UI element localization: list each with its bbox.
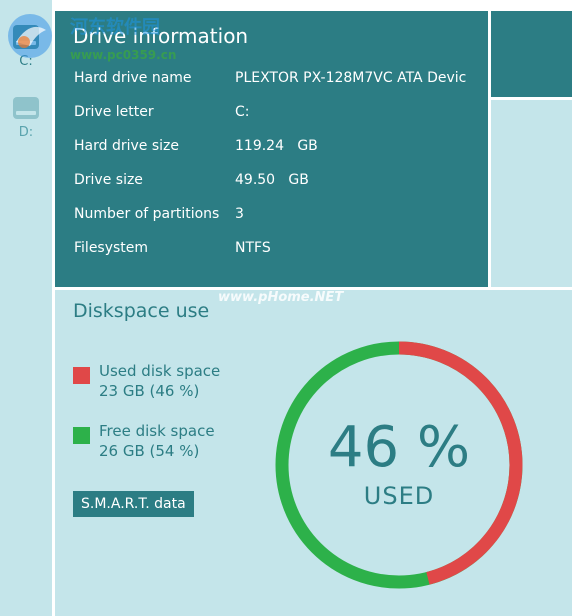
tile-top-right[interactable] xyxy=(491,11,572,97)
diskspace-panel: Diskspace use Used disk space 23 GB (46 … xyxy=(55,290,572,616)
used-percent-text: 46 % xyxy=(327,415,471,480)
drive-size-label: Drive size xyxy=(74,172,143,188)
filesystem-label: Filesystem xyxy=(74,240,149,256)
smart-data-button[interactable]: S.M.A.R.T. data xyxy=(73,491,194,517)
watermark-phome: www.pHome.NET xyxy=(218,290,344,305)
used-caption: USED xyxy=(363,482,435,510)
free-space-swatch xyxy=(73,427,90,444)
filesystem-value: NTFS xyxy=(235,240,271,256)
diskspace-title: Diskspace use xyxy=(73,300,210,322)
hard-drive-name-label: Hard drive name xyxy=(74,70,192,86)
watermark-site-url: www.pc0359.cn xyxy=(70,48,177,62)
free-space-value: 26 GB (54 %) xyxy=(99,442,200,460)
watermark-site-name: 河东软件园 xyxy=(70,17,160,38)
hard-drive-size-label: Hard drive size xyxy=(74,138,179,154)
hard-drive-name-value: PLEXTOR PX-128M7VC ATA Devic xyxy=(235,70,467,86)
drive-letter-value: C: xyxy=(235,104,250,120)
number-of-partitions-label: Number of partitions xyxy=(74,206,220,222)
drive-sidebar: C: D: xyxy=(0,0,52,616)
hard-drive-icon xyxy=(13,97,39,119)
used-space-swatch xyxy=(73,367,90,384)
used-space-legend: Used disk space 23 GB (46 %) xyxy=(99,361,220,401)
drive-item-d[interactable]: D: xyxy=(0,95,52,140)
site-logo-icon xyxy=(8,14,52,58)
drive-size-value: 49.50 GB xyxy=(235,172,309,188)
free-space-label: Free disk space xyxy=(99,422,215,440)
used-space-value: 23 GB (46 %) xyxy=(99,382,200,400)
drive-letter-label: Drive letter xyxy=(74,104,154,120)
number-of-partitions-value: 3 xyxy=(235,206,244,222)
hard-drive-size-value: 119.24 GB xyxy=(235,138,318,154)
free-space-legend: Free disk space 26 GB (54 %) xyxy=(99,421,215,461)
drive-label-d: D: xyxy=(18,125,34,140)
tile-right[interactable] xyxy=(491,100,572,287)
used-space-label: Used disk space xyxy=(99,362,221,380)
